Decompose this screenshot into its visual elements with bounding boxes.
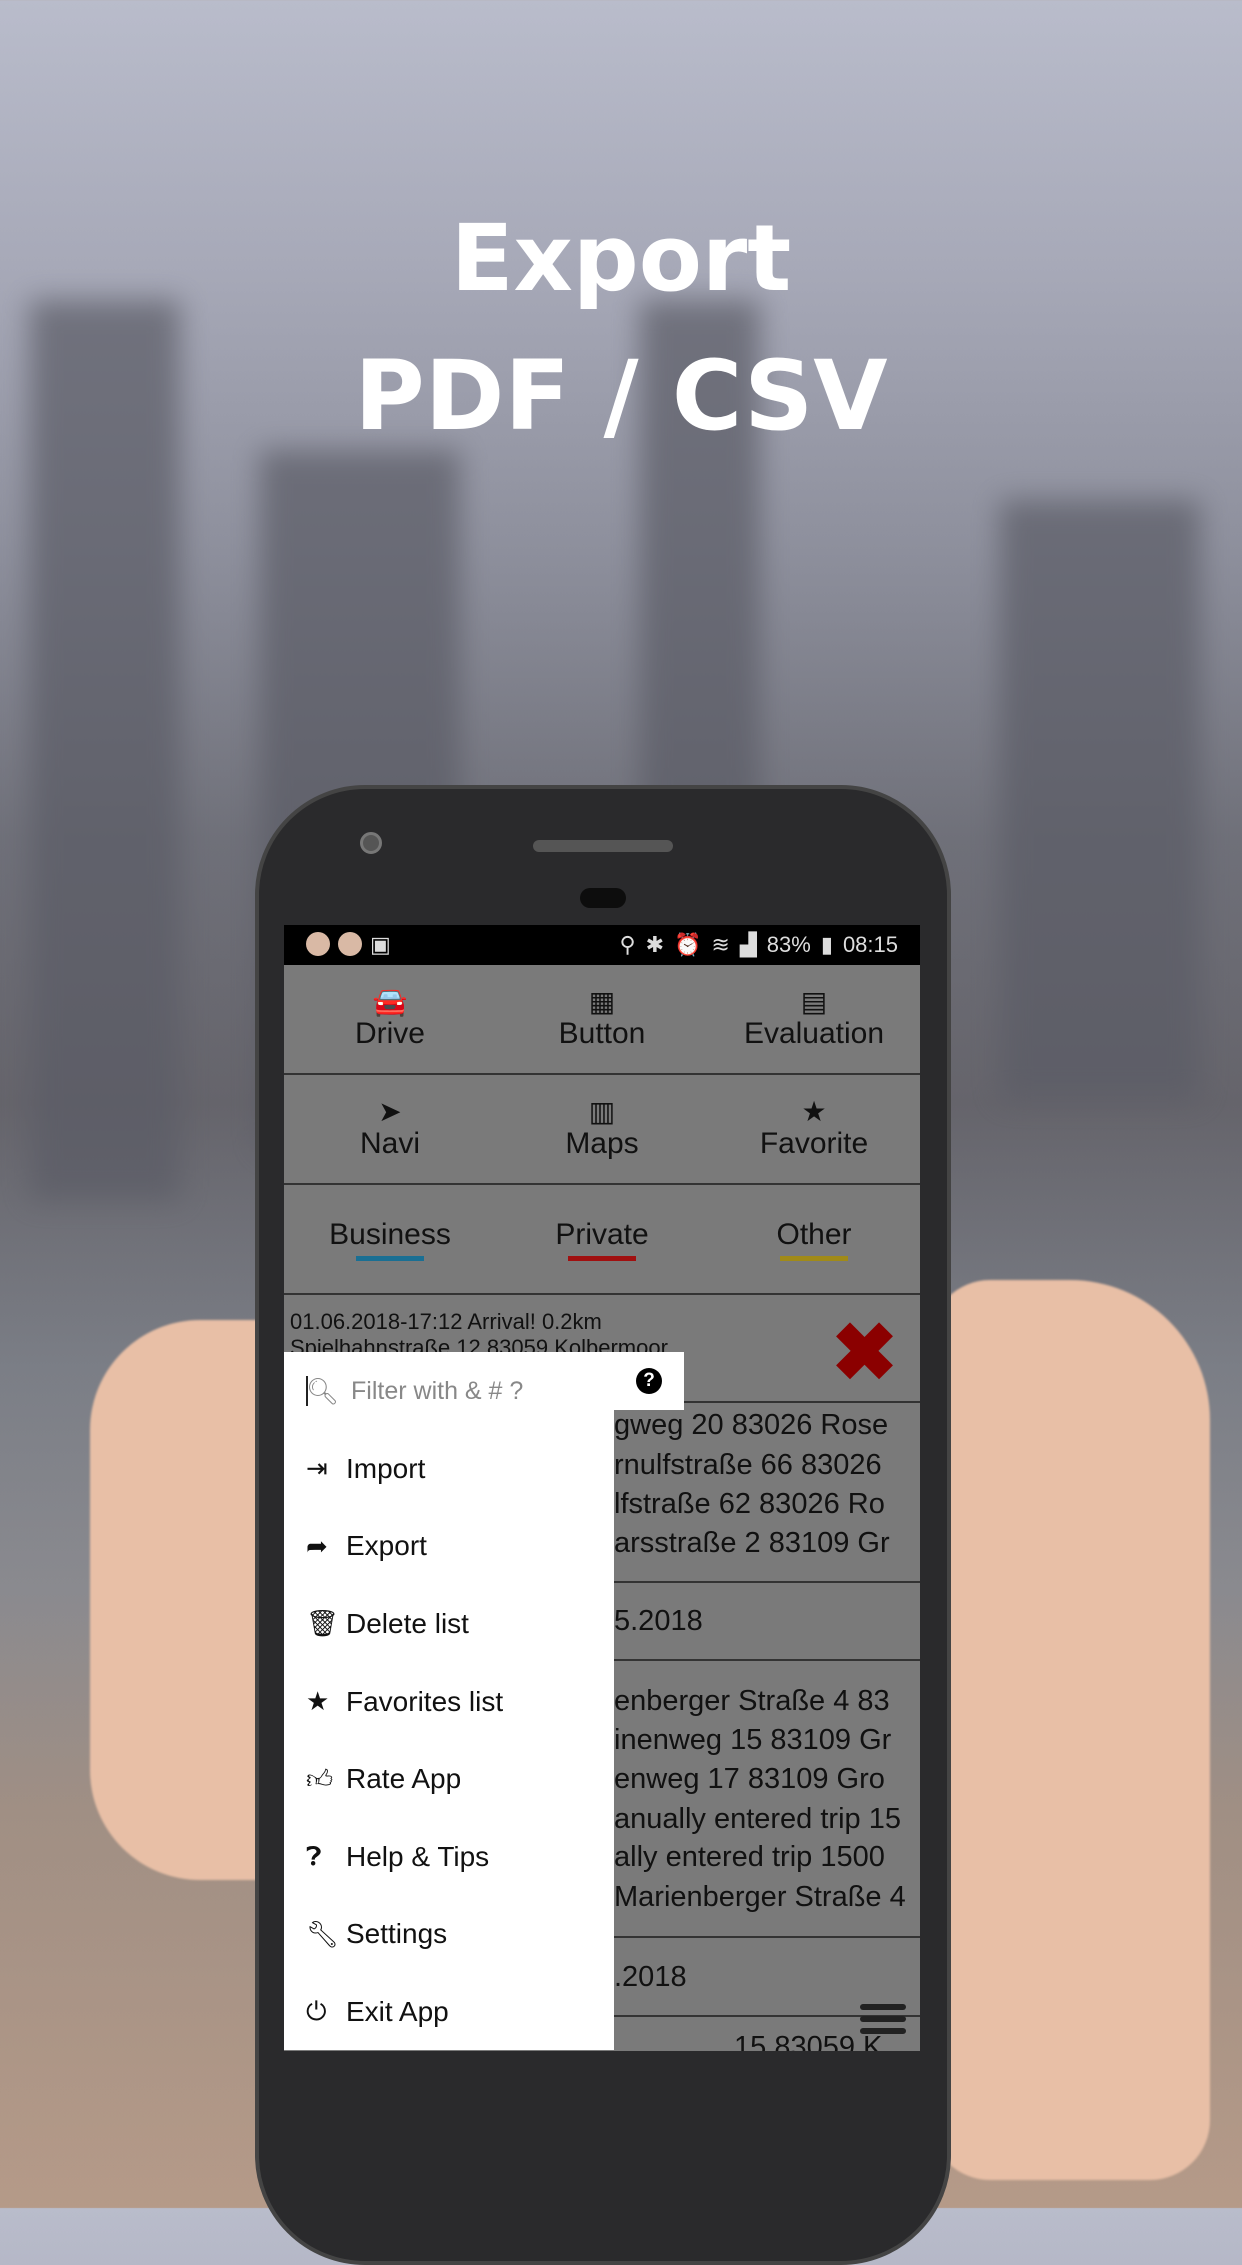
list-item[interactable]: enweg 17 83109 Gro [614,1763,885,1796]
list-item[interactable]: enberger Straße 4 83 [614,1685,890,1718]
navigation-arrow-icon: ➤ [378,1096,402,1127]
sensor [580,888,626,908]
question-circle-icon: ❓︎ [306,1840,322,1871]
headline-formats: PDF / CSV [354,340,888,452]
hamburger-menu-button[interactable] [860,2004,906,2040]
menu-item-settings[interactable]: 🔧︎ Settings [284,1896,614,1974]
list-item[interactable]: gweg 20 83026 Rose [614,1409,888,1442]
app-notification-icon [306,932,330,956]
hand-right [930,1280,1210,2180]
image-icon: ▣ [370,932,391,957]
list-item[interactable]: ally entered trip 1500 [614,1841,885,1874]
date-header: 5.2018 [614,1605,703,1637]
headline-export: Export [450,205,792,312]
wrench-icon: 🔧︎ [306,1918,340,1949]
search-icon: 🔍︎ [306,1375,340,1406]
tab-business[interactable]: Business [284,1218,496,1261]
tab-other[interactable]: Other [708,1218,920,1261]
front-camera [360,832,382,854]
list-item[interactable]: lfstraße 62 83026 Ro [614,1488,885,1521]
delete-icon[interactable]: ✖ [831,1313,898,1393]
app-notification-icon [338,932,362,956]
list-item[interactable]: Marienberger Straße 4 [614,1881,906,1914]
button-button[interactable]: ▦ Button [496,965,708,1073]
clock: 08:15 [842,932,898,957]
battery-level: 83% [766,932,811,957]
list-item[interactable]: arsstraße 2 83109 Gr [614,1527,890,1560]
thumbs-up-icon: 👍︎ [306,1763,334,1794]
list-item[interactable]: inenweg 15 83109 Gr [614,1724,891,1757]
filter-input[interactable]: 🔍︎ Filter with & # ? [284,1352,614,1430]
trash-icon: 🗑︎ [306,1608,340,1639]
bluetooth-icon: ✱ [645,932,665,957]
wifi-icon: ≋ [711,932,730,957]
star-icon: ★ [306,1686,330,1717]
maps-button[interactable]: ▥ Maps [496,1075,708,1183]
drive-button[interactable]: 🚘 Drive [284,965,496,1073]
side-menu: 🔍︎ Filter with & # ? ⇥ Import ➦ Export 🗑︎ De… [284,1352,614,2050]
evaluation-button[interactable]: ▤ Evaluation [708,965,920,1073]
power-icon: ⏻ [306,1995,327,2026]
menu-item-help-tips[interactable]: ❓︎ Help & Tips [284,1818,614,1896]
filter-help-button[interactable]: ? [614,1352,684,1410]
favorite-button[interactable]: ★ Favorite [708,1075,920,1183]
question-icon: ? [636,1368,662,1394]
tab-private[interactable]: Private [496,1218,708,1261]
battery-icon: ▮ [820,932,833,957]
location-icon: ⚲ [619,932,636,957]
date-header: .2018 [614,1961,687,1993]
sign-in-icon: ⇥ [306,1453,328,1484]
signal-icon: ▟ [739,932,757,957]
menu-item-delete-list[interactable]: 🗑︎ Delete list [284,1585,614,1663]
menu-item-rate-app[interactable]: 👍︎ Rate App [284,1740,614,1818]
grid-icon: ▦ [588,986,616,1017]
list-item[interactable]: anually entered trip 15 [614,1803,901,1836]
report-icon: ▤ [800,986,828,1017]
status-bar: ▣ ⚲ ✱ ⏰ ≋ ▟ 83% ▮ 08:15 [284,925,920,965]
navi-button[interactable]: ➤ Navi [284,1075,496,1183]
menu-item-export[interactable]: ➦ Export [284,1508,614,1586]
trip-list: gweg 20 83026 Rose rnulfstraße 66 83026 … [614,1409,920,2051]
list-item[interactable]: rnulfstraße 66 83026 [614,1449,882,1482]
sign-out-icon: ➦ [306,1530,328,1561]
map-icon: ▥ [588,1096,616,1127]
alarm-icon: ⏰ [674,932,702,957]
menu-item-import[interactable]: ⇥ Import [284,1430,614,1508]
car-icon: 🚘 [372,986,408,1017]
menu-item-exit-app[interactable]: ⏻ Exit App [284,1973,614,2051]
menu-item-favorites-list[interactable]: ★ Favorites list [284,1663,614,1741]
star-icon: ★ [801,1096,827,1127]
earpiece [533,840,673,852]
